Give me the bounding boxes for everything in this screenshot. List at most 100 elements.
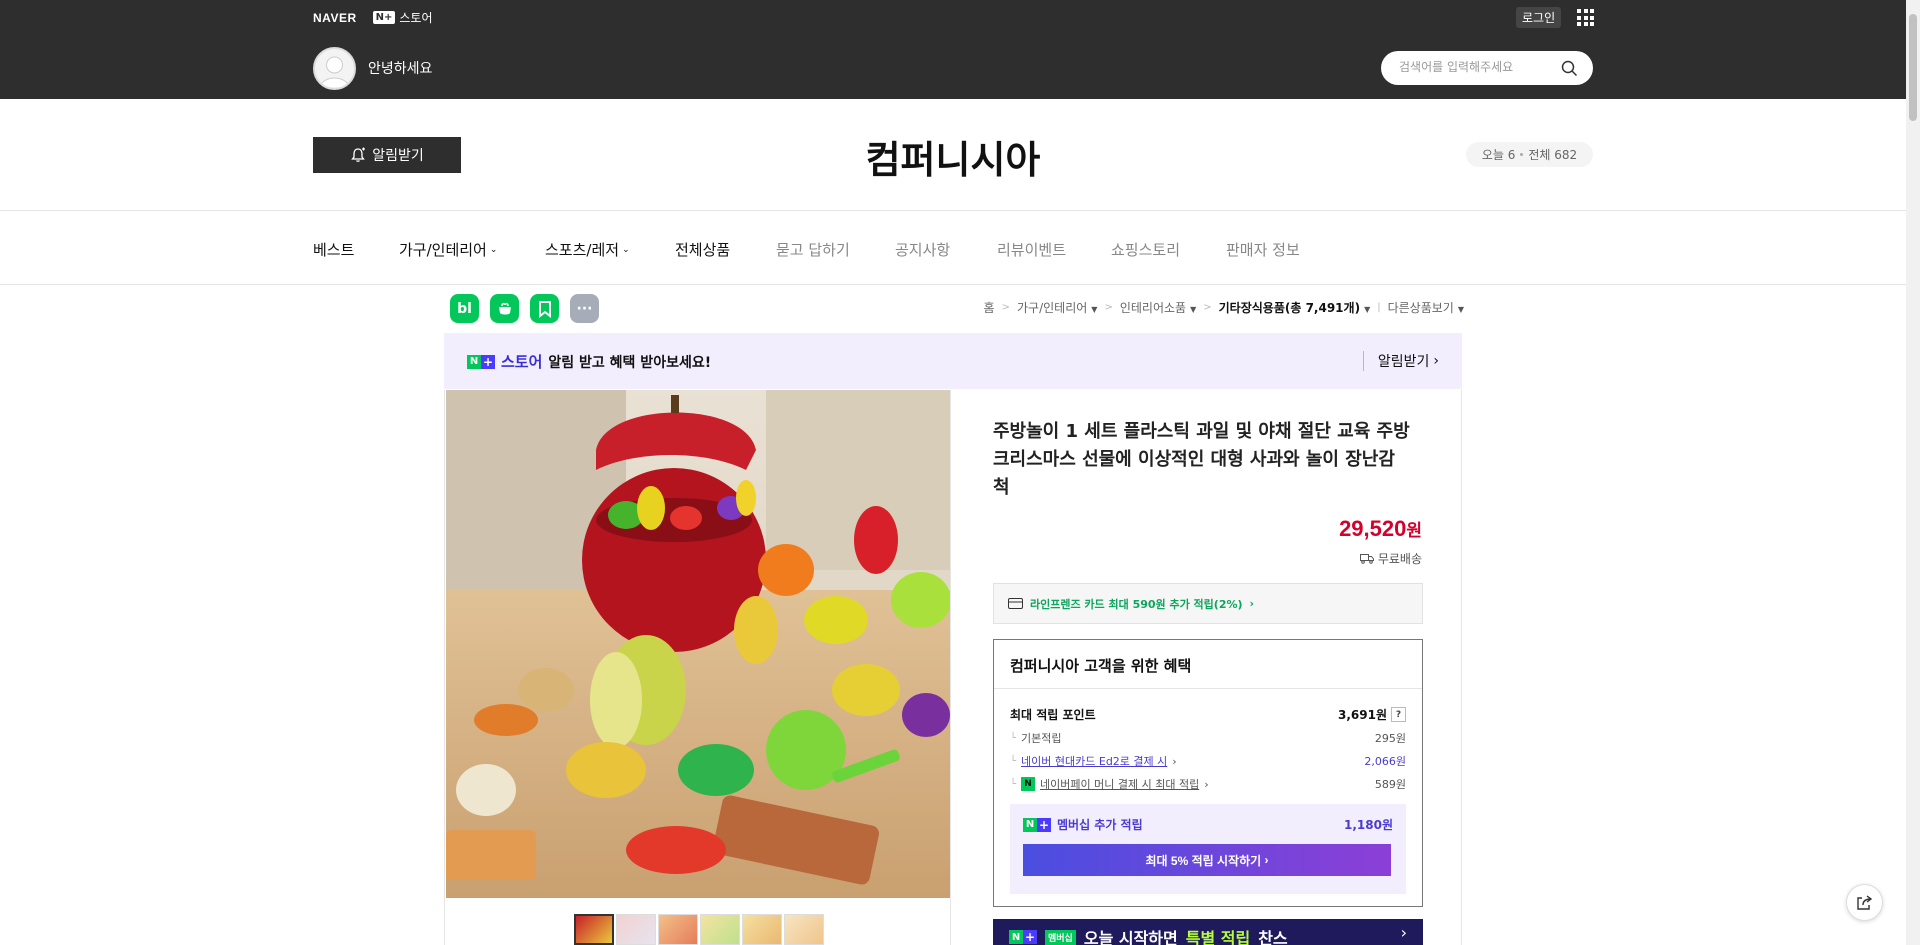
chevron-right-icon: > bbox=[1203, 302, 1212, 313]
breadcrumb: 홈 > 가구/인테리어 ▼ > 인테리어소품 ▼ > 기타장식용품(총 7,491개… bbox=[984, 299, 1464, 316]
thumbnail[interactable] bbox=[700, 914, 740, 945]
thumbnail-strip bbox=[574, 914, 824, 945]
divider bbox=[994, 688, 1422, 689]
store-header: 알림받기 컴퍼니시아 오늘 6 전체 682 bbox=[0, 99, 1920, 211]
nav-item-all-products[interactable]: 전체상품 bbox=[675, 239, 730, 260]
share-button[interactable] bbox=[1846, 884, 1883, 921]
promo-alarm-button[interactable]: 알림받기 › bbox=[1362, 351, 1439, 371]
chevron-right-icon: › bbox=[1433, 353, 1439, 369]
naver-plus-store-logo[interactable]: N + 스토어 bbox=[372, 9, 433, 26]
search-icon[interactable] bbox=[1561, 60, 1578, 77]
shipping-info: 무료배송 bbox=[1359, 550, 1422, 567]
product-price: 29,520원 bbox=[1339, 516, 1422, 541]
membership-banner-text: N + 멤버십 오늘 시작하면 특별 적립 찬스 bbox=[1009, 925, 1288, 945]
nav-item-seller-info[interactable]: 판매자 정보 bbox=[1226, 239, 1300, 260]
divider: | bbox=[1377, 302, 1381, 313]
nav-item-best[interactable]: 베스트 bbox=[313, 239, 354, 260]
breadcrumb-cat1[interactable]: 가구/인테리어 ▼ bbox=[1017, 299, 1097, 316]
dropdown-icon: ▼ bbox=[1364, 305, 1371, 314]
nplus-icon: N + bbox=[372, 11, 396, 24]
search-box[interactable] bbox=[1381, 51, 1593, 85]
greeting-text: 안녕하세요 bbox=[368, 61, 433, 77]
membership-row: N + 멤버십 추가 적립 1,180원 bbox=[1023, 816, 1393, 833]
bookmark-icon[interactable] bbox=[530, 294, 559, 323]
avatar-placeholder-icon bbox=[319, 56, 350, 88]
naver-plus-icon: N + bbox=[467, 354, 495, 369]
more-icon[interactable]: ··· bbox=[570, 294, 599, 323]
blog-icon[interactable]: bl bbox=[450, 294, 479, 323]
chevron-right-icon: › bbox=[1204, 777, 1209, 791]
promo-store-word: 스토어 bbox=[501, 353, 543, 371]
dropdown-icon: ▼ bbox=[1190, 305, 1197, 314]
truck-icon bbox=[1359, 554, 1374, 564]
category-nav: 베스트 가구/인테리어 ⌄ 스포츠/레저 ⌄ 전체상품 묻고 답하기 공지사항 리뷰… bbox=[0, 212, 1920, 285]
chevron-down-icon: ⌄ bbox=[622, 244, 630, 255]
nav-item-shopping-story[interactable]: 쇼핑스토리 bbox=[1111, 239, 1180, 260]
chevron-right-icon: › bbox=[1400, 923, 1407, 942]
login-button[interactable]: 로그인 bbox=[1516, 7, 1562, 28]
divider bbox=[444, 390, 445, 945]
naver-pay-link[interactable]: 네이버페이 머니 결제 시 최대 적립 bbox=[1040, 776, 1199, 792]
help-icon[interactable]: ? bbox=[1391, 707, 1406, 722]
breadcrumb-home[interactable]: 홈 bbox=[984, 299, 995, 316]
naver-plus-icon: N + bbox=[1009, 930, 1037, 944]
hyundai-card-link[interactable]: 네이버 현대카드 Ed2로 결제 시 bbox=[1021, 753, 1167, 769]
thumbnail[interactable] bbox=[658, 914, 698, 945]
breadcrumb-cat3[interactable]: 기타장식용품(총 7,491개) ▼ bbox=[1219, 299, 1371, 316]
page-scrollbar[interactable] bbox=[1906, 0, 1920, 945]
divider bbox=[950, 390, 951, 945]
thumbnail[interactable] bbox=[742, 914, 782, 945]
nav-item-sports[interactable]: 스포츠/레저 ⌄ bbox=[545, 239, 630, 260]
thumbnail[interactable] bbox=[574, 914, 614, 945]
nav-item-notice[interactable]: 공지사항 bbox=[895, 239, 950, 260]
membership-banner[interactable]: N + 멤버십 오늘 시작하면 특별 적립 찬스 › bbox=[993, 919, 1423, 945]
chevron-right-icon: > bbox=[1001, 302, 1010, 313]
credit-card-icon bbox=[1008, 598, 1023, 609]
product-title: 주방놀이 1 세트 플라스틱 과일 및 야채 절단 교육 주방 크리스마스 선물… bbox=[993, 421, 1410, 498]
nav-item-qna[interactable]: 묻고 답하기 bbox=[776, 239, 850, 260]
visitor-today: 오늘 6 bbox=[1481, 148, 1516, 162]
chevron-right-icon: > bbox=[1104, 302, 1113, 313]
card-benefit-link[interactable]: 라인프렌즈 카드 최대 590원 추가 적립(2%) › bbox=[993, 583, 1423, 624]
apps-grid-icon[interactable] bbox=[1577, 9, 1594, 26]
thumbnail[interactable] bbox=[616, 914, 656, 945]
store-title[interactable]: 컴퍼니시아 bbox=[0, 129, 1906, 184]
chevron-right-icon: › bbox=[1172, 754, 1177, 768]
benefit-title: 컴퍼니시아 고객을 위한 혜택 bbox=[1010, 657, 1192, 675]
naver-plus-icon: N + bbox=[1023, 817, 1051, 832]
nav-item-review-event[interactable]: 리뷰이벤트 bbox=[997, 239, 1066, 260]
breadcrumb-cat2[interactable]: 인테리어소품 ▼ bbox=[1120, 299, 1196, 316]
chevron-right-icon: › bbox=[1264, 853, 1269, 867]
other-products-link[interactable]: 다른상품보기 ▼ bbox=[1388, 299, 1464, 316]
store-logo-label: 스토어 bbox=[399, 11, 433, 25]
share-icon bbox=[1857, 895, 1873, 910]
dropdown-icon: ▼ bbox=[1457, 305, 1464, 314]
product-main-image[interactable] bbox=[446, 390, 950, 898]
naver-pay-icon: N bbox=[1021, 777, 1036, 791]
max-points-row: 최대 적립 포인트 3,691원? bbox=[1010, 706, 1406, 723]
chevron-right-icon: › bbox=[1249, 597, 1255, 610]
start-membership-button[interactable]: 최대 5% 적립 시작하기 › bbox=[1023, 844, 1391, 876]
promo-message: 알림 받고 혜택 받아보세요! bbox=[548, 354, 712, 371]
chevron-down-icon: ⌄ bbox=[489, 244, 498, 255]
store-alarm-promo[interactable]: N + 스토어 알림 받고 혜택 받아보세요! 알림받기 › bbox=[444, 333, 1462, 389]
top-header: NAVER N + 스토어 로그인 안녕하세요 bbox=[0, 0, 1920, 99]
separator-dot bbox=[1520, 153, 1524, 156]
membership-box: N + 멤버십 추가 적립 1,180원 최대 5% 적립 시작하기 › bbox=[1010, 804, 1406, 894]
visitor-total: 전체 682 bbox=[1528, 148, 1578, 162]
dropdown-icon: ▼ bbox=[1091, 305, 1098, 314]
npay-points-row: └ N 네이버페이 머니 결제 시 최대 적립 › 589원 bbox=[1010, 776, 1406, 792]
promo-text: N + 스토어 알림 받고 혜택 받아보세요! bbox=[467, 351, 711, 372]
nav-item-furniture[interactable]: 가구/인테리어 ⌄ bbox=[399, 239, 497, 260]
talk-icon[interactable] bbox=[490, 294, 519, 323]
card-points-row: └ 네이버 현대카드 Ed2로 결제 시 › 2,066원 bbox=[1010, 753, 1406, 769]
avatar[interactable] bbox=[313, 47, 356, 90]
scrollbar-thumb[interactable] bbox=[1909, 14, 1917, 121]
thumbnail[interactable] bbox=[784, 914, 824, 945]
customer-benefit-box: 컴퍼니시아 고객을 위한 혜택 최대 적립 포인트 3,691원? └ 기본적립 … bbox=[993, 639, 1423, 907]
naver-logo[interactable]: NAVER bbox=[313, 11, 357, 25]
visitor-count: 오늘 6 전체 682 bbox=[1466, 142, 1593, 167]
brand-row: NAVER N + 스토어 bbox=[313, 9, 433, 26]
divider bbox=[1461, 390, 1462, 945]
search-input[interactable] bbox=[1399, 60, 1559, 74]
